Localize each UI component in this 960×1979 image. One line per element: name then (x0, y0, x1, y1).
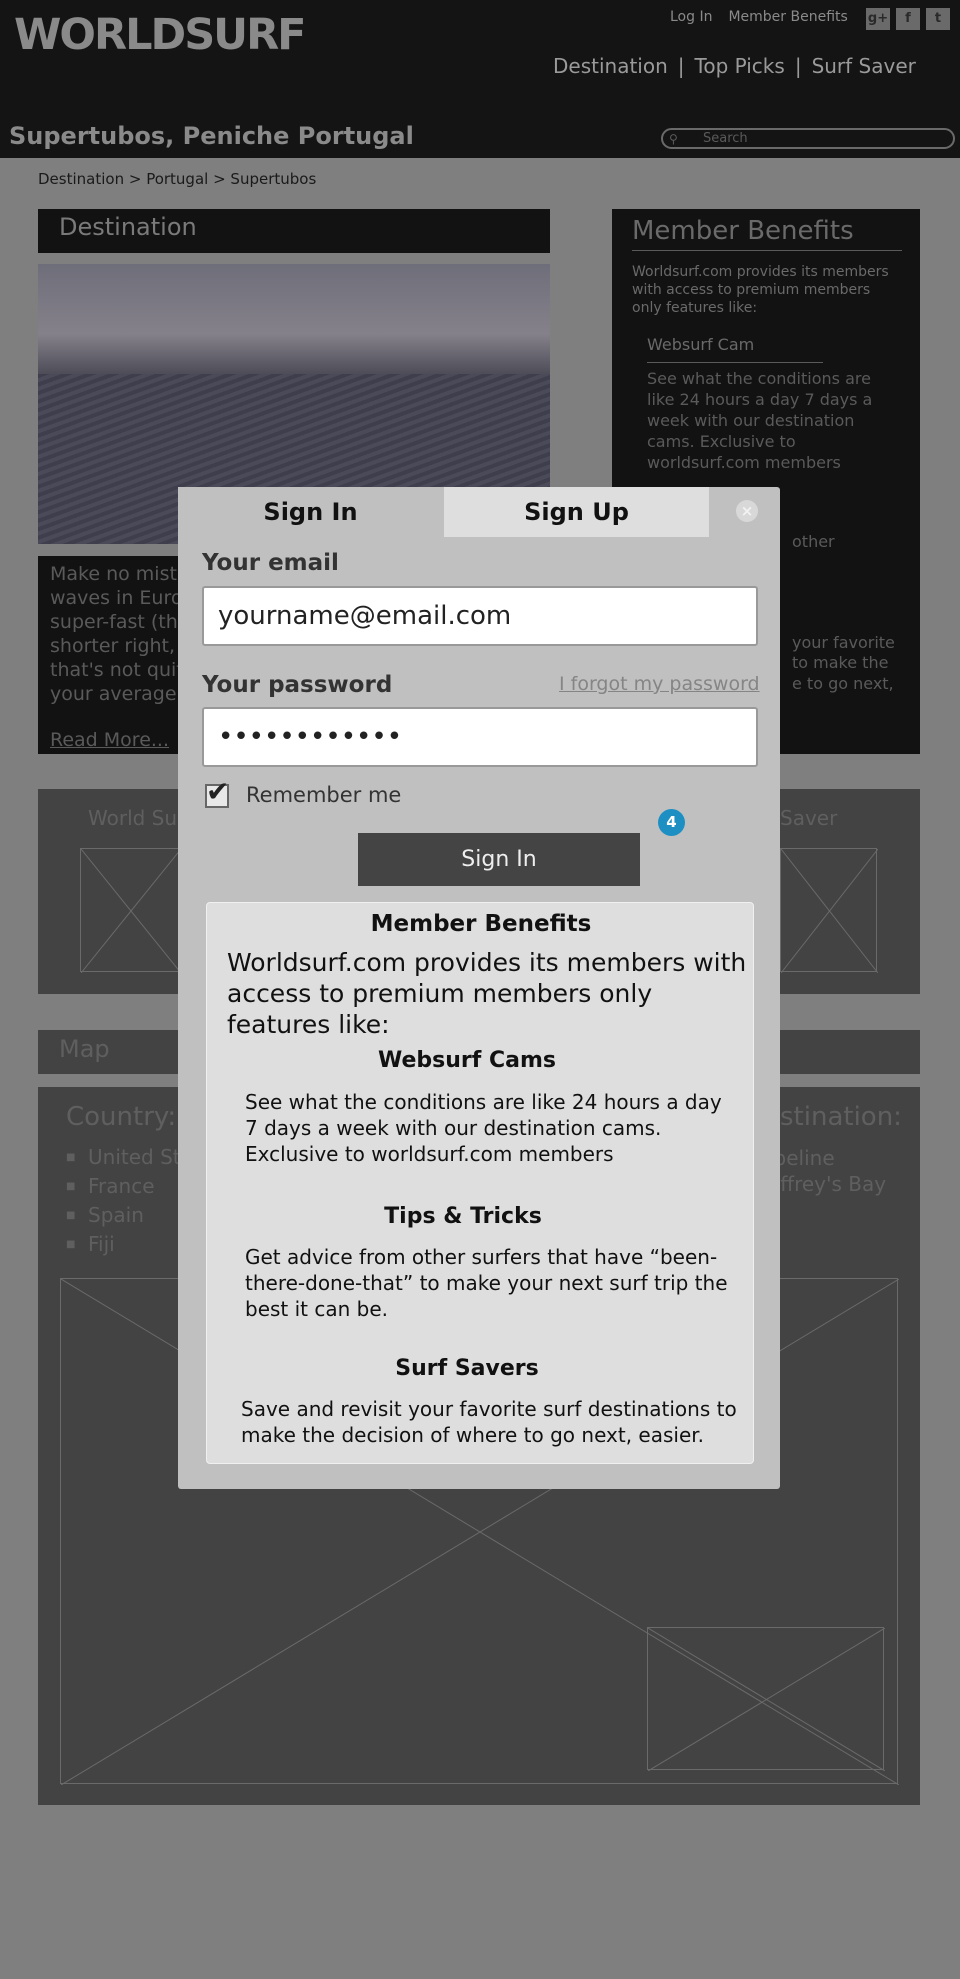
country-item[interactable]: United St (66, 1143, 181, 1172)
promo-right-title: Saver (780, 806, 838, 830)
destination-heading: stination: (780, 1102, 902, 1132)
member-sidebar-item-title: Websurf Cam (647, 335, 755, 354)
close-icon[interactable]: × (736, 500, 758, 522)
email-field[interactable]: yourname@email.com (202, 586, 758, 646)
member-sidebar-intro: Worldsurf.com provides its members with … (632, 264, 889, 316)
benefits-intro: Worldsurf.com provides its members with … (227, 948, 747, 1039)
map-title: Map (59, 1035, 110, 1063)
divider (632, 250, 902, 251)
remember-me-checkbox[interactable]: ✔ (205, 775, 229, 808)
google-plus-icon[interactable]: g+ (866, 8, 890, 30)
search-input[interactable]: ⚲ Search (661, 128, 955, 149)
main-nav: Destination | Top Picks | Surf Saver (553, 54, 916, 78)
divider (647, 362, 823, 363)
breadcrumb-supertubos[interactable]: Supertubos (230, 170, 316, 188)
benefit-text: Get advice from other surfers that have … (245, 1245, 728, 1321)
tab-sign-in[interactable]: Sign In (178, 487, 443, 537)
sidebar-fragment: other (792, 532, 835, 551)
top-links: Log In Member Benefits (670, 9, 848, 25)
destination-list: ipeline effrey's Bay (768, 1145, 886, 1197)
checkmark-icon: ✔ (206, 775, 230, 808)
image-placeholder (80, 848, 181, 973)
country-item[interactable]: Fiji (66, 1230, 181, 1259)
password-field[interactable]: •••••••••••• (202, 707, 758, 767)
destination-item[interactable]: ipeline (768, 1145, 886, 1171)
sidebar-fragment: to make the (792, 653, 889, 672)
member-benefits-link[interactable]: Member Benefits (728, 9, 847, 25)
site-header: WORLDSURF Log In Member Benefits g+ f t … (0, 0, 960, 158)
member-sidebar-item-text: See what the conditions are like 24 hour… (647, 369, 873, 472)
benefit-title: Tips & Tricks (384, 1204, 542, 1229)
password-label: Your password (202, 672, 393, 698)
benefit-title: Websurf Cams (378, 1048, 556, 1073)
nav-top-picks[interactable]: Top Picks (695, 54, 785, 78)
facebook-icon[interactable]: f (896, 8, 920, 30)
annotation-badge: 4 (658, 809, 685, 836)
sidebar-fragment: e to go next, (792, 674, 894, 693)
breadcrumb-destination[interactable]: Destination (38, 170, 124, 188)
promo-left-title: World Su (88, 806, 178, 830)
nav-destination[interactable]: Destination (553, 54, 668, 78)
nav-separator: | (794, 54, 802, 78)
forgot-password-link[interactable]: I forgot my password (559, 673, 760, 695)
breadcrumb-portugal[interactable]: Portugal (146, 170, 208, 188)
remember-me-label[interactable]: Remember me (246, 783, 401, 807)
sign-in-button[interactable]: Sign In (358, 833, 640, 886)
twitter-icon[interactable]: t (926, 8, 950, 30)
image-placeholder (780, 848, 878, 973)
member-benefits-box: Member Benefits Worldsurf.com provides i… (206, 902, 754, 1464)
benefits-title: Member Benefits (370, 911, 592, 937)
login-link[interactable]: Log In (670, 9, 712, 25)
social-links: g+ f t (866, 8, 950, 30)
destination-item[interactable]: effrey's Bay (768, 1171, 886, 1197)
signin-modal: Sign In Sign Up × Your email yourname@em… (178, 487, 780, 1489)
sidebar-fragment: your favorite (792, 633, 895, 652)
benefit-text: See what the conditions are like 24 hour… (245, 1090, 722, 1166)
email-label: Your email (202, 550, 339, 576)
country-list: United St France Spain Fiji (66, 1143, 181, 1259)
search-placeholder: Search (703, 131, 748, 146)
breadcrumb: Destination > Portugal > Supertubos (38, 170, 317, 188)
benefit-text: Save and revisit your favorite surf dest… (241, 1397, 737, 1447)
country-heading: Country: (66, 1102, 177, 1132)
map-inset-placeholder (647, 1627, 885, 1771)
benefit-title: Surf Savers (395, 1356, 539, 1381)
tab-sign-up[interactable]: Sign Up (444, 487, 709, 537)
destination-title: Destination (59, 213, 197, 241)
search-icon: ⚲ (669, 132, 678, 146)
nav-separator: | (677, 54, 685, 78)
country-item[interactable]: France (66, 1172, 181, 1201)
read-more-link[interactable]: Read More... (50, 729, 169, 751)
site-logo[interactable]: WORLDSURF (14, 10, 307, 60)
member-sidebar-title: Member Benefits (632, 216, 854, 246)
page-title: Supertubos, Peniche Portugal (9, 122, 414, 150)
country-item[interactable]: Spain (66, 1201, 181, 1230)
nav-surf-saver[interactable]: Surf Saver (812, 54, 916, 78)
